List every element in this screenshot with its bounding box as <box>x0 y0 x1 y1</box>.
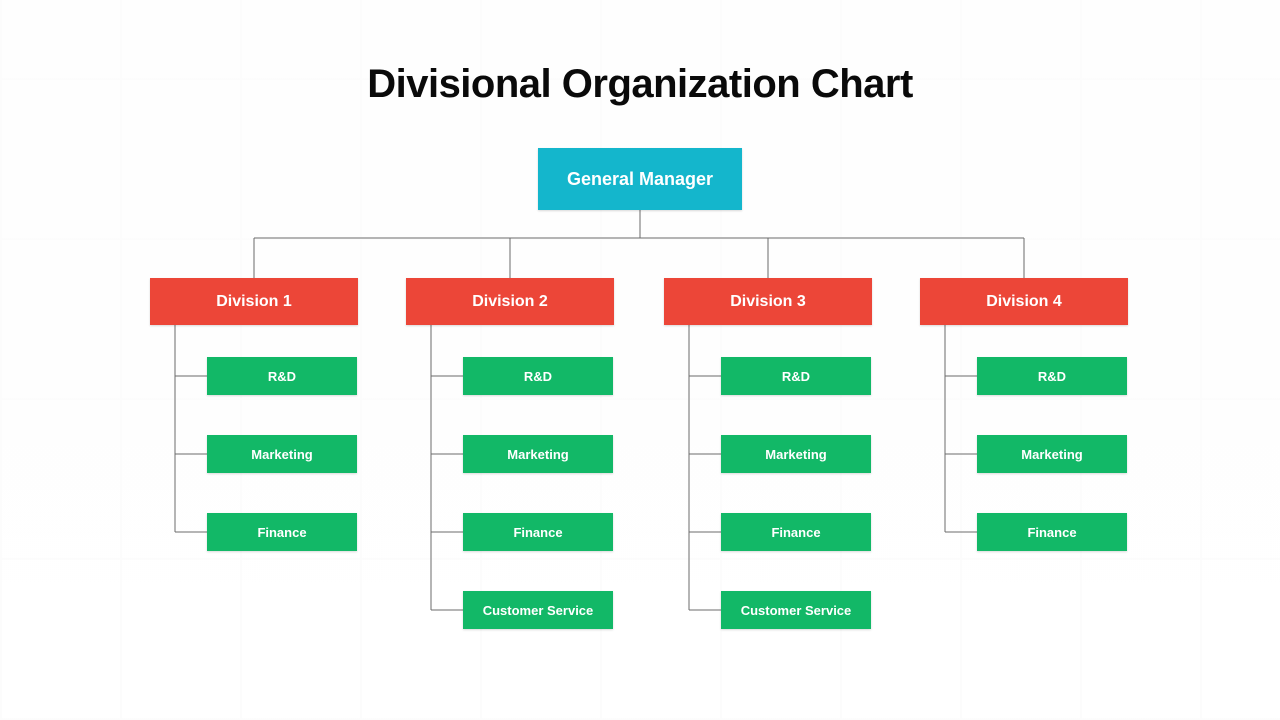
org-node-label: Customer Service <box>741 603 852 618</box>
org-node-division-1: Division 1 <box>150 278 358 325</box>
org-node-dept: R&D <box>463 357 613 395</box>
org-node-label: R&D <box>524 369 552 384</box>
org-node-dept: R&D <box>721 357 871 395</box>
org-node-dept: Customer Service <box>463 591 613 629</box>
org-node-label: Division 2 <box>472 293 548 311</box>
org-node-dept: Finance <box>721 513 871 551</box>
org-node-label: Customer Service <box>483 603 594 618</box>
page-title: Divisional Organization Chart <box>0 62 1280 107</box>
org-node-division-2: Division 2 <box>406 278 614 325</box>
org-node-label: General Manager <box>567 169 713 190</box>
org-node-label: Finance <box>1027 525 1076 540</box>
org-node-label: R&D <box>782 369 810 384</box>
org-node-dept: Marketing <box>721 435 871 473</box>
org-node-dept: Customer Service <box>721 591 871 629</box>
org-node-division-4: Division 4 <box>920 278 1128 325</box>
org-node-label: Finance <box>257 525 306 540</box>
org-node-label: R&D <box>1038 369 1066 384</box>
org-node-label: Finance <box>771 525 820 540</box>
org-node-dept: Marketing <box>977 435 1127 473</box>
org-node-label: Division 4 <box>986 293 1062 311</box>
org-node-label: Division 3 <box>730 293 806 311</box>
org-node-general-manager: General Manager <box>538 148 742 210</box>
org-node-dept: Marketing <box>207 435 357 473</box>
org-node-label: R&D <box>268 369 296 384</box>
org-node-dept: Marketing <box>463 435 613 473</box>
org-node-label: Marketing <box>507 447 568 462</box>
org-node-dept: R&D <box>977 357 1127 395</box>
org-node-dept: Finance <box>207 513 357 551</box>
org-node-label: Marketing <box>765 447 826 462</box>
org-node-division-3: Division 3 <box>664 278 872 325</box>
org-node-label: Marketing <box>251 447 312 462</box>
org-node-dept: Finance <box>463 513 613 551</box>
org-node-dept: Finance <box>977 513 1127 551</box>
org-node-label: Division 1 <box>216 293 292 311</box>
org-node-label: Marketing <box>1021 447 1082 462</box>
org-node-dept: R&D <box>207 357 357 395</box>
org-node-label: Finance <box>513 525 562 540</box>
